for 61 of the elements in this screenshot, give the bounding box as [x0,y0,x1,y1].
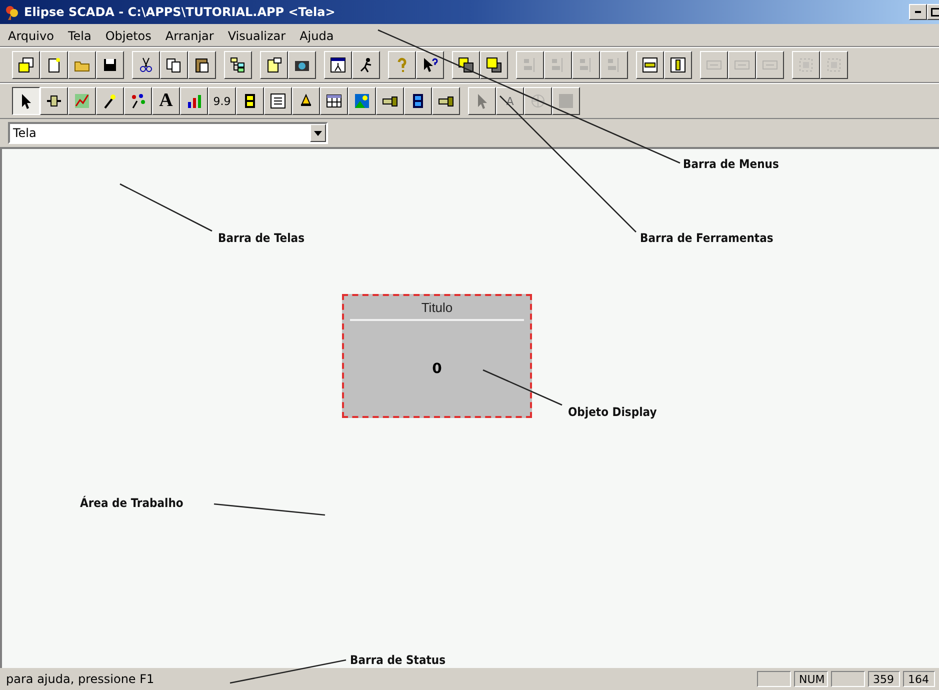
grid-align-icon [798,57,814,73]
toolbar-button[interactable]: A [152,87,180,115]
status-panel: 164 [903,671,935,687]
toolbar-button[interactable]: 9.9 [208,87,236,115]
center-vertical-icon [642,57,658,73]
connector-icon [46,93,62,109]
dropdown-arrow-icon [314,130,322,136]
scissors-icon [138,57,154,73]
minimize-button[interactable] [909,4,927,20]
bell-icon [298,93,314,109]
layers-front-icon [486,57,502,73]
status-panel: NUM [794,671,828,687]
bar-chart-icon [186,93,202,109]
film-icon [242,93,258,109]
display-title: Titulo [420,299,454,317]
pointer-question-icon [422,57,438,73]
menu-item[interactable]: Ajuda [298,28,336,44]
runner-icon [358,57,374,73]
annotation-label: Barra de Menus [683,157,779,171]
menu-item[interactable]: Visualizar [226,28,288,44]
page-icon [46,57,62,73]
tree-icon [230,57,246,73]
list-icon [270,93,286,109]
copy-icon [166,57,182,73]
annotation-label: Barra de Ferramentas [640,231,774,245]
wand-icon [102,93,118,109]
app-logo-icon [4,4,20,20]
floppy-icon [102,57,118,73]
annotation-label: Objeto Display [568,405,657,419]
maximize-icon [931,8,939,16]
layers-back-icon [458,57,474,73]
window-title: Elipse SCADA - C:\APPS\TUTORIAL.APP <Tela> [24,5,336,19]
menu-item[interactable]: Arranjar [163,28,216,44]
window-runner-icon [330,57,346,73]
display-value: 0 [432,360,442,376]
image-icon [354,93,370,109]
menu-item[interactable]: Objetos [103,28,154,44]
status-panel [831,671,865,687]
square-icon [558,93,574,109]
document-icon [266,57,282,73]
status-panel [757,671,791,687]
annotation-label: Barra de Telas [218,231,305,245]
menu-item[interactable]: Arquivo [6,28,56,44]
windows-icon [18,57,34,73]
toolbar-button[interactable] [12,87,40,115]
status-panel: 359 [868,671,900,687]
film-icon [410,93,426,109]
sparks-icon [130,93,146,109]
line-chart-icon [74,93,90,109]
screen-dropdown[interactable]: Tela [8,122,328,144]
menu-item[interactable]: Tela [66,28,94,44]
annotation-label: Área de Trabalho [80,496,184,510]
annotation-label: Barra de Status [350,653,446,667]
status-message: para ajuda, pressione F1 [6,672,156,686]
display-object[interactable]: Titulo 0 [342,294,532,418]
grid-align-icon [826,57,842,73]
minimize-icon [915,11,921,13]
globe-icon [530,93,546,109]
table-icon [326,93,342,109]
center-horizontal-icon [670,57,686,73]
clipboard-icon [194,57,210,73]
